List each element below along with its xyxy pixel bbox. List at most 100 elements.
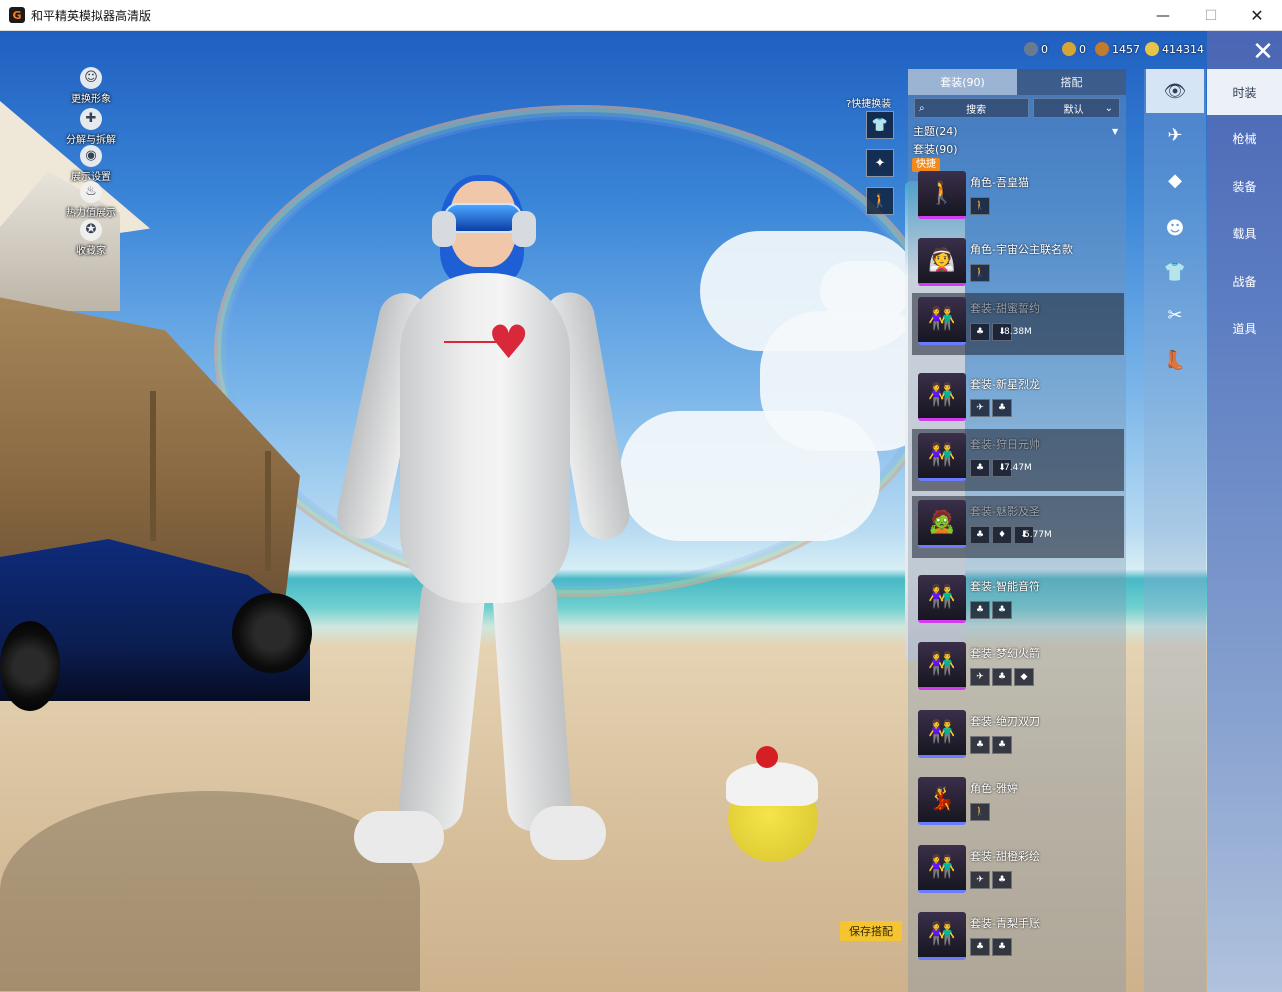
part-icon: ♣ [992,871,1012,889]
quick-slot-figure[interactable]: 🚶 [866,187,894,215]
part-icon: 🚶 [970,803,990,821]
gear-category-icon[interactable]: ◆ [1159,164,1191,196]
palm-tree [265,451,271,571]
outfit-thumbnail: 💃 [918,777,966,825]
part-icon: ♣ [992,601,1012,619]
save-outfit-button[interactable]: 保存搭配 [840,921,902,941]
maximize-button[interactable]: ☐ [1188,0,1234,31]
collector-icon: ✪ [80,219,102,241]
list-item[interactable]: 👰 角色-宇宙公主联名款 🚶 [912,234,1124,296]
close-window-button[interactable]: ✕ [1234,0,1280,31]
chick-hat [726,762,818,806]
tab-suits[interactable]: 套装(90) [908,69,1017,95]
currency-bp-coin: 414314 [1145,40,1204,58]
search-input[interactable]: ⌕ 搜索 [914,98,1029,118]
chevron-down-icon: ⌄ [1104,102,1113,114]
part-icon: ♣ [970,526,990,544]
list-item[interactable]: 👫 套装-绝刃双刀 ♣ ♣ [912,706,1124,768]
character-headphone [512,211,536,247]
nav-equipment[interactable]: 装备 [1207,163,1282,209]
nav-combat-prep[interactable]: 战备 [1207,258,1282,304]
split-icon: ✚ [80,108,102,130]
outfit-name: 角色-宇宙公主联名款 [970,243,1073,256]
weapon-category-icon[interactable]: ✈ [1159,119,1191,151]
list-item[interactable]: 👫 套装-青梨手账 ♣ ♣ [912,908,1124,970]
part-icon: ✈ [970,399,990,417]
sort-label: 默认 [1063,104,1084,116]
emblem-slot-icon: ✦ [874,155,886,171]
outfit-category-icon[interactable]: 👁 [1146,69,1204,113]
nav-guns[interactable]: 枪械 [1207,115,1282,161]
nav-fashion[interactable]: 时装 [1207,69,1282,115]
suit-filter[interactable]: 套装(90) [913,141,958,157]
list-item[interactable]: 👫 套装-梦幻火箭 ✈ ♣ ◆ [912,638,1124,700]
split-button[interactable]: ✚ 分解与拆解 [56,108,126,146]
bronze-coin-icon [1095,42,1109,56]
outfit-name: 套装-甜橙彩绘 [970,850,1040,863]
cloud [820,261,910,321]
outfit-name: 套装-青梨手账 [970,917,1040,930]
outfit-thumbnail: 🧟 [918,500,966,548]
list-item[interactable]: 👫 套装-甜蜜誓约 ♣ ⬇ 8.38M [912,293,1124,355]
window-title: 和平精英模拟器高清版 [31,8,152,23]
dropdown-arrow-icon[interactable]: ▼ [1112,127,1118,136]
menu-label: 收藏家 [76,246,106,257]
character-foot [530,806,606,860]
eye-icon: ◉ [80,145,102,167]
car-wheel [232,593,312,673]
theme-filter[interactable]: 主题(24) [913,123,958,139]
outfit-thumbnail: 👫 [918,642,966,690]
pants-category-icon[interactable]: ✂ [1159,299,1191,331]
minimize-button[interactable]: — [1140,0,1186,31]
list-item[interactable]: 👫 套装-狩日元帅 ♣ ⬇ 7.47M [912,429,1124,491]
list-item[interactable]: 👫 套装-甜橙彩绘 ✈ ♣ [912,841,1124,903]
list-item[interactable]: 🚶 角色-吾皇猫 🚶 [912,167,1124,229]
currency-value: 0 [1079,42,1086,56]
part-icon: ♣ [970,601,990,619]
heat-display-button[interactable]: ♨ 热力值展示 [56,181,126,219]
list-item[interactable]: 🧟 套装-魅影及圣 ♣ ♦ ⬇ 5.77M [912,496,1124,558]
download-size: 8.38M [1004,327,1032,337]
list-item[interactable]: 👫 套装-新星烈龙 ✈ ♣ [912,369,1124,431]
outfit-panel: 套装(90) 搭配 ⌕ 搜索 默认 ⌄ 主题(24) ▼ 套装(90) 快捷 🚶… [908,69,1126,992]
part-icon: ♣ [970,459,990,477]
nav-items[interactable]: 道具 [1207,305,1282,351]
download-size: 7.47M [1004,463,1032,473]
panel-tabs: 套装(90) 搭配 [908,69,1126,95]
part-icon: ✈ [970,668,990,686]
outfit-thumbnail: 🚶 [918,171,966,219]
part-icon: ♣ [992,736,1012,754]
outfit-thumbnail: 👰 [918,238,966,286]
shoes-category-icon[interactable]: 👢 [1159,344,1191,376]
part-icon: 🚶 [970,197,990,215]
menu-label: 分解与拆解 [66,135,116,146]
collector-button[interactable]: ✪ 收藏家 [56,219,126,257]
outfit-name: 角色-雅婷 [970,782,1018,795]
top-category-icon[interactable]: 👕 [1159,256,1191,288]
search-placeholder: 搜索 [966,104,987,116]
chick-pet [722,746,822,866]
outfit-thumbnail: 👫 [918,433,966,481]
currency-bronze-coin: 1457 [1095,40,1140,58]
quick-slot-emblem[interactable]: ✦ [866,149,894,177]
list-item[interactable]: 💃 角色-雅婷 🚶 [912,773,1124,835]
mask-category-icon[interactable]: ☻ [1159,212,1191,244]
tab-mix[interactable]: 搭配 [1017,69,1126,95]
part-icon: 🚶 [970,264,990,282]
list-item[interactable]: 👫 套装-智能音符 ♣ ♣ [912,571,1124,633]
quick-slot-outfit[interactable]: 👕 [866,111,894,139]
currency-value: 1457 [1112,42,1140,56]
nav-vehicles[interactable]: 载具 [1207,210,1282,256]
character-leg [491,569,573,833]
sort-dropdown[interactable]: 默认 ⌄ [1032,98,1120,118]
outfit-name: 套装-魅影及圣 [970,505,1040,518]
change-appearance-button[interactable]: ☺ 更换形象 [56,67,126,105]
display-settings-button[interactable]: ◉ 展示设置 [56,145,126,183]
search-row: ⌕ 搜索 默认 ⌄ [914,98,1120,118]
window-titlebar: G 和平精英模拟器高清版 — ☐ ✕ [0,0,1282,31]
outfit-thumbnail: 👫 [918,845,966,893]
app-logo-icon: G [9,7,25,23]
outfit-thumbnail: 👫 [918,912,966,960]
close-icon[interactable]: ✕ [1247,37,1279,67]
quick-swap-label[interactable]: ?快捷换装 [846,95,891,110]
